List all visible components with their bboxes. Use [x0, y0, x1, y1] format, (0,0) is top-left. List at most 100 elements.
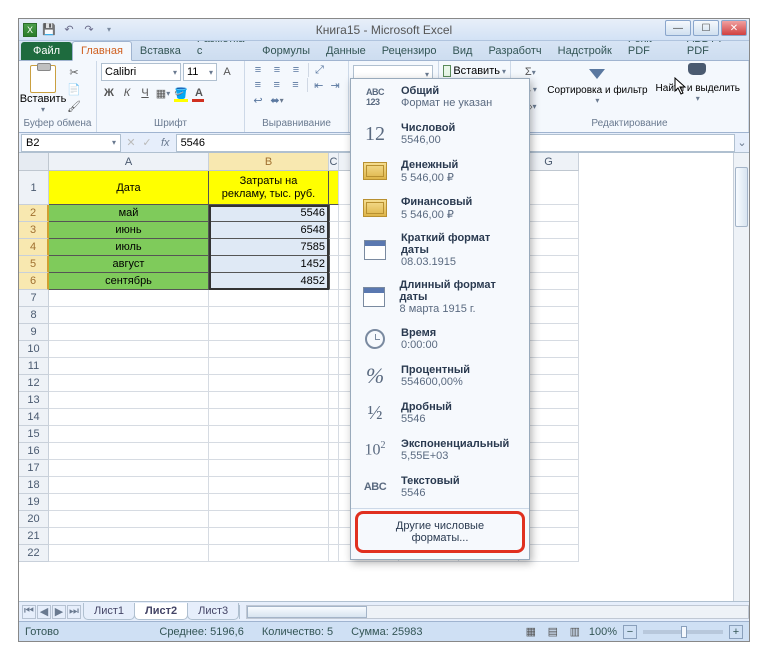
cell-A17[interactable]: [49, 460, 209, 477]
tab-formulas[interactable]: Формулы: [254, 42, 318, 60]
cell-C2[interactable]: [329, 205, 339, 222]
cell-C22[interactable]: [329, 545, 339, 562]
merge-icon[interactable]: ⬌▾: [268, 93, 286, 107]
copy-icon[interactable]: 📄: [66, 81, 82, 97]
cell-C1[interactable]: [329, 171, 339, 205]
grow-font-icon[interactable]: A: [219, 64, 235, 80]
expand-formula-bar-icon[interactable]: ⌄: [735, 136, 749, 149]
indent-dec-icon[interactable]: ⇤: [307, 78, 325, 92]
fmt-percent[interactable]: % Процентный554600,00%: [351, 358, 529, 395]
cell-A3[interactable]: июнь: [49, 222, 209, 239]
cell-B6[interactable]: 4852: [209, 273, 329, 290]
close-button[interactable]: ✕: [721, 20, 747, 36]
sheet-tab-2[interactable]: Лист2: [134, 603, 188, 620]
cell-C19[interactable]: [329, 494, 339, 511]
cell-A2[interactable]: май: [49, 205, 209, 222]
cell-B9[interactable]: [209, 324, 329, 341]
bold-icon[interactable]: Ж: [101, 85, 117, 101]
minimize-button[interactable]: —: [665, 20, 691, 36]
row-header-13[interactable]: 13: [19, 392, 49, 409]
italic-icon[interactable]: К: [119, 85, 135, 101]
cell-B5[interactable]: 1452: [209, 256, 329, 273]
column-header-B[interactable]: B: [209, 153, 329, 171]
sheet-tab-3[interactable]: Лист3: [187, 603, 239, 620]
cell-A21[interactable]: [49, 528, 209, 545]
sheet-nav-prev-icon[interactable]: ◀: [37, 605, 51, 619]
align-bot-icon[interactable]: ≡: [287, 63, 305, 77]
cell-B21[interactable]: [209, 528, 329, 545]
cell-B4[interactable]: 7585: [209, 239, 329, 256]
row-header-20[interactable]: 20: [19, 511, 49, 528]
cell-C5[interactable]: [329, 256, 339, 273]
orientation-icon[interactable]: ⤢: [308, 63, 326, 77]
cell-C12[interactable]: [329, 375, 339, 392]
cell-C15[interactable]: [329, 426, 339, 443]
name-box[interactable]: B2▾: [21, 134, 121, 152]
align-center-icon[interactable]: ≡: [268, 78, 286, 92]
cell-B10[interactable]: [209, 341, 329, 358]
cell-C7[interactable]: [329, 290, 339, 307]
zoom-out-button[interactable]: −: [623, 625, 637, 639]
sort-filter-button[interactable]: Сортировка и фильтр▾: [547, 63, 647, 105]
tab-home[interactable]: Главная: [72, 41, 132, 61]
row-header-8[interactable]: 8: [19, 307, 49, 324]
fmt-number[interactable]: 12 Числовой5546,00: [351, 116, 529, 153]
fmt-time[interactable]: Время0:00:00: [351, 321, 529, 358]
column-header-A[interactable]: A: [49, 153, 209, 171]
cell-A6[interactable]: сентябрь: [49, 273, 209, 290]
underline-icon[interactable]: Ч: [137, 85, 153, 101]
cell-A13[interactable]: [49, 392, 209, 409]
find-select-button[interactable]: Найти и выделить▾: [656, 63, 740, 103]
fmt-accounting[interactable]: Финансовый5 546,00 ₽: [351, 190, 529, 227]
cell-C21[interactable]: [329, 528, 339, 545]
column-header-C[interactable]: C: [329, 153, 339, 171]
cell-A18[interactable]: [49, 477, 209, 494]
cell-A5[interactable]: август: [49, 256, 209, 273]
fmt-more-formats[interactable]: Другие числовые форматы...: [358, 514, 522, 550]
tab-data[interactable]: Данные: [318, 42, 374, 60]
row-header-15[interactable]: 15: [19, 426, 49, 443]
row-header-5[interactable]: 5: [19, 256, 49, 273]
row-header-1[interactable]: 1: [19, 171, 49, 205]
sheet-nav-first-icon[interactable]: ⏮: [22, 605, 36, 619]
tab-addins[interactable]: Надстройк: [550, 42, 620, 60]
cell-A7[interactable]: [49, 290, 209, 307]
tab-developer[interactable]: Разработч: [480, 42, 549, 60]
row-header-7[interactable]: 7: [19, 290, 49, 307]
fmt-general[interactable]: ABC123 ОбщийФормат не указан: [351, 79, 529, 116]
font-color-icon[interactable]: A: [191, 85, 207, 101]
cell-A12[interactable]: [49, 375, 209, 392]
cell-B19[interactable]: [209, 494, 329, 511]
cell-B8[interactable]: [209, 307, 329, 324]
cell-B20[interactable]: [209, 511, 329, 528]
align-mid-icon[interactable]: ≡: [268, 63, 286, 77]
tab-insert[interactable]: Вставка: [132, 42, 189, 60]
cell-A11[interactable]: [49, 358, 209, 375]
view-normal-icon[interactable]: ▦: [523, 624, 539, 640]
cut-icon[interactable]: ✂: [66, 64, 82, 80]
view-layout-icon[interactable]: ▤: [545, 624, 561, 640]
cell-B16[interactable]: [209, 443, 329, 460]
file-tab[interactable]: Файл: [21, 42, 72, 60]
cell-C17[interactable]: [329, 460, 339, 477]
cell-A1[interactable]: Дата: [49, 171, 209, 205]
row-header-17[interactable]: 17: [19, 460, 49, 477]
cell-C20[interactable]: [329, 511, 339, 528]
cancel-formula-icon[interactable]: ✕: [123, 135, 139, 151]
cell-A19[interactable]: [49, 494, 209, 511]
cell-A16[interactable]: [49, 443, 209, 460]
cell-C4[interactable]: [329, 239, 339, 256]
cell-B13[interactable]: [209, 392, 329, 409]
cell-C3[interactable]: [329, 222, 339, 239]
tab-review[interactable]: Рецензиро: [374, 42, 445, 60]
fmt-text[interactable]: ABC Текстовый5546: [351, 469, 529, 506]
cell-B18[interactable]: [209, 477, 329, 494]
cell-B15[interactable]: [209, 426, 329, 443]
cell-B11[interactable]: [209, 358, 329, 375]
zoom-slider[interactable]: [643, 630, 723, 634]
fill-color-icon[interactable]: 🪣: [173, 85, 189, 101]
cell-B3[interactable]: 6548: [209, 222, 329, 239]
fx-icon[interactable]: fx: [155, 137, 176, 149]
cell-B17[interactable]: [209, 460, 329, 477]
wrap-text-icon[interactable]: ↩: [249, 93, 267, 107]
